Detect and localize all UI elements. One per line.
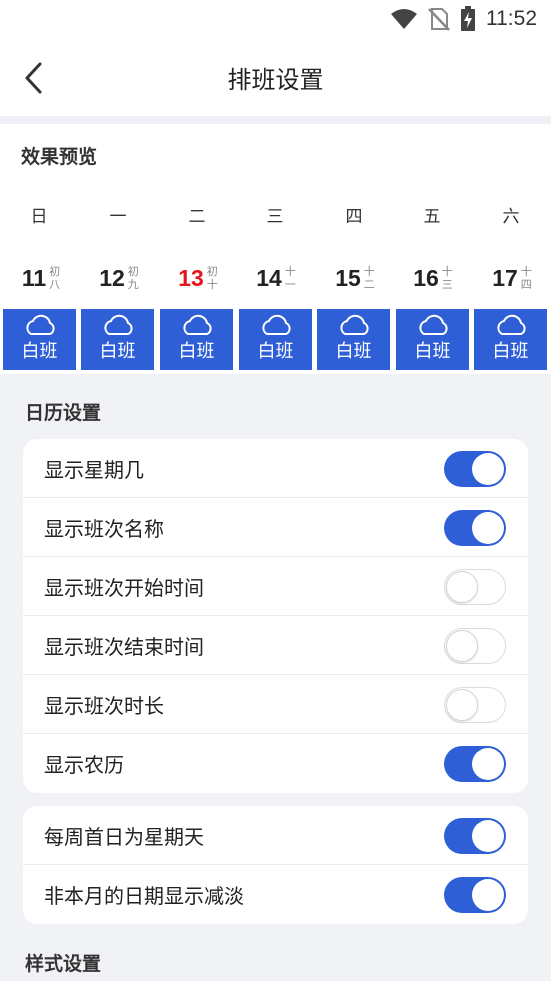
- status-time: 11:52: [486, 7, 537, 30]
- page-title: 排班设置: [227, 66, 324, 94]
- shift-row: 白班 白班 白班 白班 白班 白班 白班: [0, 309, 551, 370]
- date-number: 15: [335, 264, 361, 291]
- header-divider: [0, 116, 551, 124]
- toggle-knob: [446, 630, 478, 662]
- shift-label: 白班: [492, 341, 529, 362]
- setting-label: 显示农历: [44, 753, 124, 777]
- date-number: 16: [413, 264, 439, 291]
- cloud-icon: [339, 314, 369, 335]
- title-bar: 排班设置: [0, 38, 551, 116]
- shift-label: 白班: [257, 341, 294, 362]
- setting-row-show-shift-end: 显示班次结束时间: [23, 616, 528, 675]
- toggle-knob: [472, 453, 504, 485]
- show-shift-end-toggle[interactable]: [444, 628, 506, 664]
- shift-cell[interactable]: 白班: [396, 309, 469, 370]
- toggle-knob: [446, 571, 478, 603]
- status-bar: 11:52: [0, 0, 551, 38]
- date-number: 11: [21, 264, 47, 291]
- setting-row-dim-other-month: 非本月的日期显示减淡: [23, 865, 528, 924]
- week-start-sunday-toggle[interactable]: [444, 818, 506, 854]
- setting-label: 显示班次开始时间: [44, 575, 204, 600]
- setting-label: 显示星期几: [44, 457, 144, 482]
- date-number: 17: [492, 264, 518, 291]
- no-sim-icon: [428, 8, 450, 31]
- calendar-settings-card: 显示星期几 显示班次名称 显示班次开始时间 显示班次结束时间 显示班次时长 显示…: [23, 439, 528, 793]
- date-cell[interactable]: 17 十四: [473, 260, 551, 296]
- cloud-icon: [496, 314, 526, 335]
- weekday-label: 五: [423, 207, 441, 227]
- weekday-row: 日 一 二 三 四 五 六: [0, 202, 551, 227]
- date-cell[interactable]: 11 初八: [2, 260, 80, 296]
- setting-row-show-shift-name: 显示班次名称: [23, 498, 528, 557]
- setting-label: 显示班次时长: [44, 693, 164, 718]
- weekday-label: 一: [109, 207, 127, 227]
- toggle-knob: [446, 689, 478, 721]
- toggle-knob: [472, 748, 504, 780]
- lunar-date: 十四: [520, 265, 532, 291]
- toggle-knob: [472, 512, 504, 544]
- cloud-icon: [182, 314, 212, 335]
- date-cell[interactable]: 14 十一: [237, 260, 315, 296]
- shift-cell[interactable]: 白班: [474, 309, 547, 370]
- preview-card: 效果预览 日 一 二 三 四 五 六 11 初八 12 初九 13 初十 14 …: [0, 124, 551, 374]
- setting-row-week-start-sunday: 每周首日为星期天: [23, 806, 528, 865]
- shift-cell[interactable]: 白班: [317, 309, 390, 370]
- shift-label: 白班: [335, 341, 372, 362]
- shift-label: 白班: [99, 341, 136, 362]
- weekday-label: 六: [502, 207, 520, 227]
- shift-cell[interactable]: 白班: [160, 309, 233, 370]
- show-shift-duration-toggle[interactable]: [444, 687, 506, 723]
- cloud-icon: [418, 314, 448, 335]
- date-cell[interactable]: 15 十二: [316, 260, 394, 296]
- date-row: 11 初八 12 初九 13 初十 14 十一 15 十二 16 十三 17 十…: [0, 260, 551, 296]
- date-cell[interactable]: 13 初十: [159, 260, 237, 296]
- lunar-date: 初八: [49, 265, 61, 291]
- toggle-knob: [472, 879, 504, 911]
- setting-row-show-shift-duration: 显示班次时长: [23, 675, 528, 734]
- setting-row-show-lunar: 显示农历: [23, 734, 528, 793]
- date-cell[interactable]: 12 初九: [80, 260, 158, 296]
- weekday-label: 三: [266, 207, 284, 227]
- cloud-icon: [25, 314, 55, 335]
- weekday-label: 日: [30, 207, 48, 227]
- shift-cell[interactable]: 白班: [81, 309, 154, 370]
- wifi-icon: [391, 9, 417, 29]
- lunar-date: 初十: [206, 265, 218, 291]
- shift-label: 白班: [21, 341, 58, 362]
- lunar-date: 十二: [363, 265, 375, 291]
- weekday-label: 四: [345, 207, 363, 227]
- setting-label: 每周首日为星期天: [44, 824, 204, 849]
- lunar-date: 十三: [441, 265, 453, 291]
- cloud-icon: [261, 314, 291, 335]
- dim-other-month-toggle[interactable]: [444, 877, 506, 913]
- battery-charging-icon: [461, 6, 475, 31]
- setting-label: 非本月的日期显示减淡: [44, 884, 244, 908]
- shift-label: 白班: [178, 341, 215, 362]
- shift-cell[interactable]: 白班: [239, 309, 312, 370]
- date-cell[interactable]: 16 十三: [394, 260, 472, 296]
- style-settings-title: 样式设置: [25, 953, 102, 975]
- calendar-settings-title: 日历设置: [25, 402, 102, 424]
- toggle-knob: [472, 820, 504, 852]
- setting-row-show-weekday: 显示星期几: [23, 439, 528, 498]
- show-lunar-toggle[interactable]: [444, 746, 506, 782]
- setting-label: 显示班次名称: [44, 516, 164, 541]
- show-shift-start-toggle[interactable]: [444, 569, 506, 605]
- lunar-date: 初九: [127, 265, 139, 291]
- show-weekday-toggle[interactable]: [444, 451, 506, 487]
- shift-cell[interactable]: 白班: [3, 309, 76, 370]
- preview-title: 效果预览: [21, 146, 98, 168]
- setting-label: 显示班次结束时间: [44, 634, 204, 659]
- date-number: 14: [256, 264, 282, 291]
- show-shift-name-toggle[interactable]: [444, 510, 506, 546]
- lunar-date: 十一: [284, 265, 296, 291]
- week-settings-card: 每周首日为星期天 非本月的日期显示减淡: [23, 806, 528, 924]
- date-number: 12: [99, 264, 125, 291]
- setting-row-show-shift-start: 显示班次开始时间: [23, 557, 528, 616]
- weekday-label: 二: [188, 207, 206, 227]
- shift-label: 白班: [414, 341, 451, 362]
- cloud-icon: [103, 314, 133, 335]
- date-number-today: 13: [178, 264, 204, 291]
